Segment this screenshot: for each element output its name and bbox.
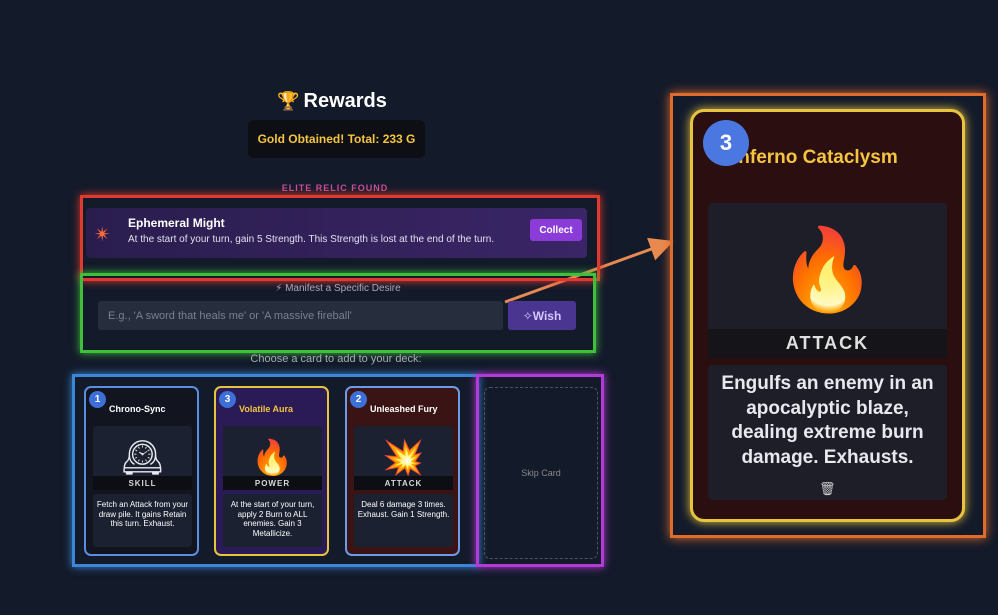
card-type: ATTACK bbox=[354, 476, 453, 490]
trophy-icon: 🏆 bbox=[277, 91, 300, 111]
collect-button[interactable]: Collect bbox=[530, 219, 582, 241]
card-name: Chrono-Sync bbox=[109, 404, 166, 414]
card-type: SKILL bbox=[93, 476, 192, 490]
magic-wand-icon: ⚡︎ bbox=[275, 283, 286, 294]
gold-banner: Gold Obtained! Total: 233 G bbox=[248, 120, 425, 158]
wish-label: ⚡︎ Manifest a Specific Desire bbox=[275, 283, 401, 294]
choose-card-label: Choose a card to add to your deck: bbox=[250, 353, 422, 365]
elite-relic-label: ELITE RELIC FOUND bbox=[281, 183, 389, 191]
skip-panel: Skip Card bbox=[476, 374, 604, 567]
card-name: Volatile Aura bbox=[239, 404, 294, 414]
relic-description: At the start of your turn, gain 5 Streng… bbox=[128, 234, 495, 245]
wish-button[interactable]: ✧ Wish bbox=[508, 301, 576, 330]
zoomed-card-highlight: Inferno Cataclysm 3 🔥 ATTACK Engulfs an … bbox=[670, 93, 986, 538]
relic-name: Ephemeral Might bbox=[128, 216, 225, 230]
relic-panel: ✴ Ephemeral Might At the start of your t… bbox=[80, 195, 600, 281]
card-chrono-sync[interactable]: 1 Chrono-Sync 🕰 SKILL Fetch an Attack fr… bbox=[84, 386, 199, 556]
skip-card-button[interactable]: Skip Card bbox=[484, 387, 598, 559]
card-cost-badge: 2 bbox=[350, 391, 367, 408]
card-description: Deal 6 damage 3 times. Exhaust. Gain 1 S… bbox=[354, 494, 453, 547]
card-unleashed-fury[interactable]: 2 Unleashed Fury 💥 ATTACK Deal 6 damage … bbox=[345, 386, 460, 556]
card-description: Fetch an Attack from your draw pile. It … bbox=[93, 494, 192, 547]
card-volatile-aura[interactable]: 3 Volatile Aura 🔥 POWER At the start of … bbox=[214, 386, 329, 556]
zoomed-card-description: Engulfs an enemy in an apocalyptic blaze… bbox=[708, 365, 947, 500]
zoomed-card-name: Inferno Cataclysm bbox=[733, 147, 898, 168]
sparkle-icon: ✧ bbox=[522, 308, 533, 323]
page-title: 🏆 Rewards bbox=[277, 90, 387, 112]
zoomed-card: Inferno Cataclysm 3 🔥 ATTACK Engulfs an … bbox=[690, 109, 965, 522]
card-type: POWER bbox=[223, 476, 322, 490]
zoomed-card-type: ATTACK bbox=[708, 329, 947, 358]
wish-input[interactable]: E.g., 'A sword that heals me' or 'A mass… bbox=[98, 301, 503, 330]
card-description: At the start of your turn, apply 2 Burn … bbox=[223, 494, 322, 547]
burst-icon: ✴ bbox=[94, 224, 111, 246]
card-cost-badge: 3 bbox=[219, 391, 236, 408]
zoomed-card-cost-badge: 3 bbox=[703, 120, 749, 166]
card-name: Unleashed Fury bbox=[370, 404, 438, 414]
card-cost-badge: 1 bbox=[89, 391, 106, 408]
wish-panel: ⚡︎ Manifest a Specific Desire E.g., 'A s… bbox=[80, 273, 596, 353]
trash-icon[interactable]: 🗑 bbox=[819, 481, 836, 497]
